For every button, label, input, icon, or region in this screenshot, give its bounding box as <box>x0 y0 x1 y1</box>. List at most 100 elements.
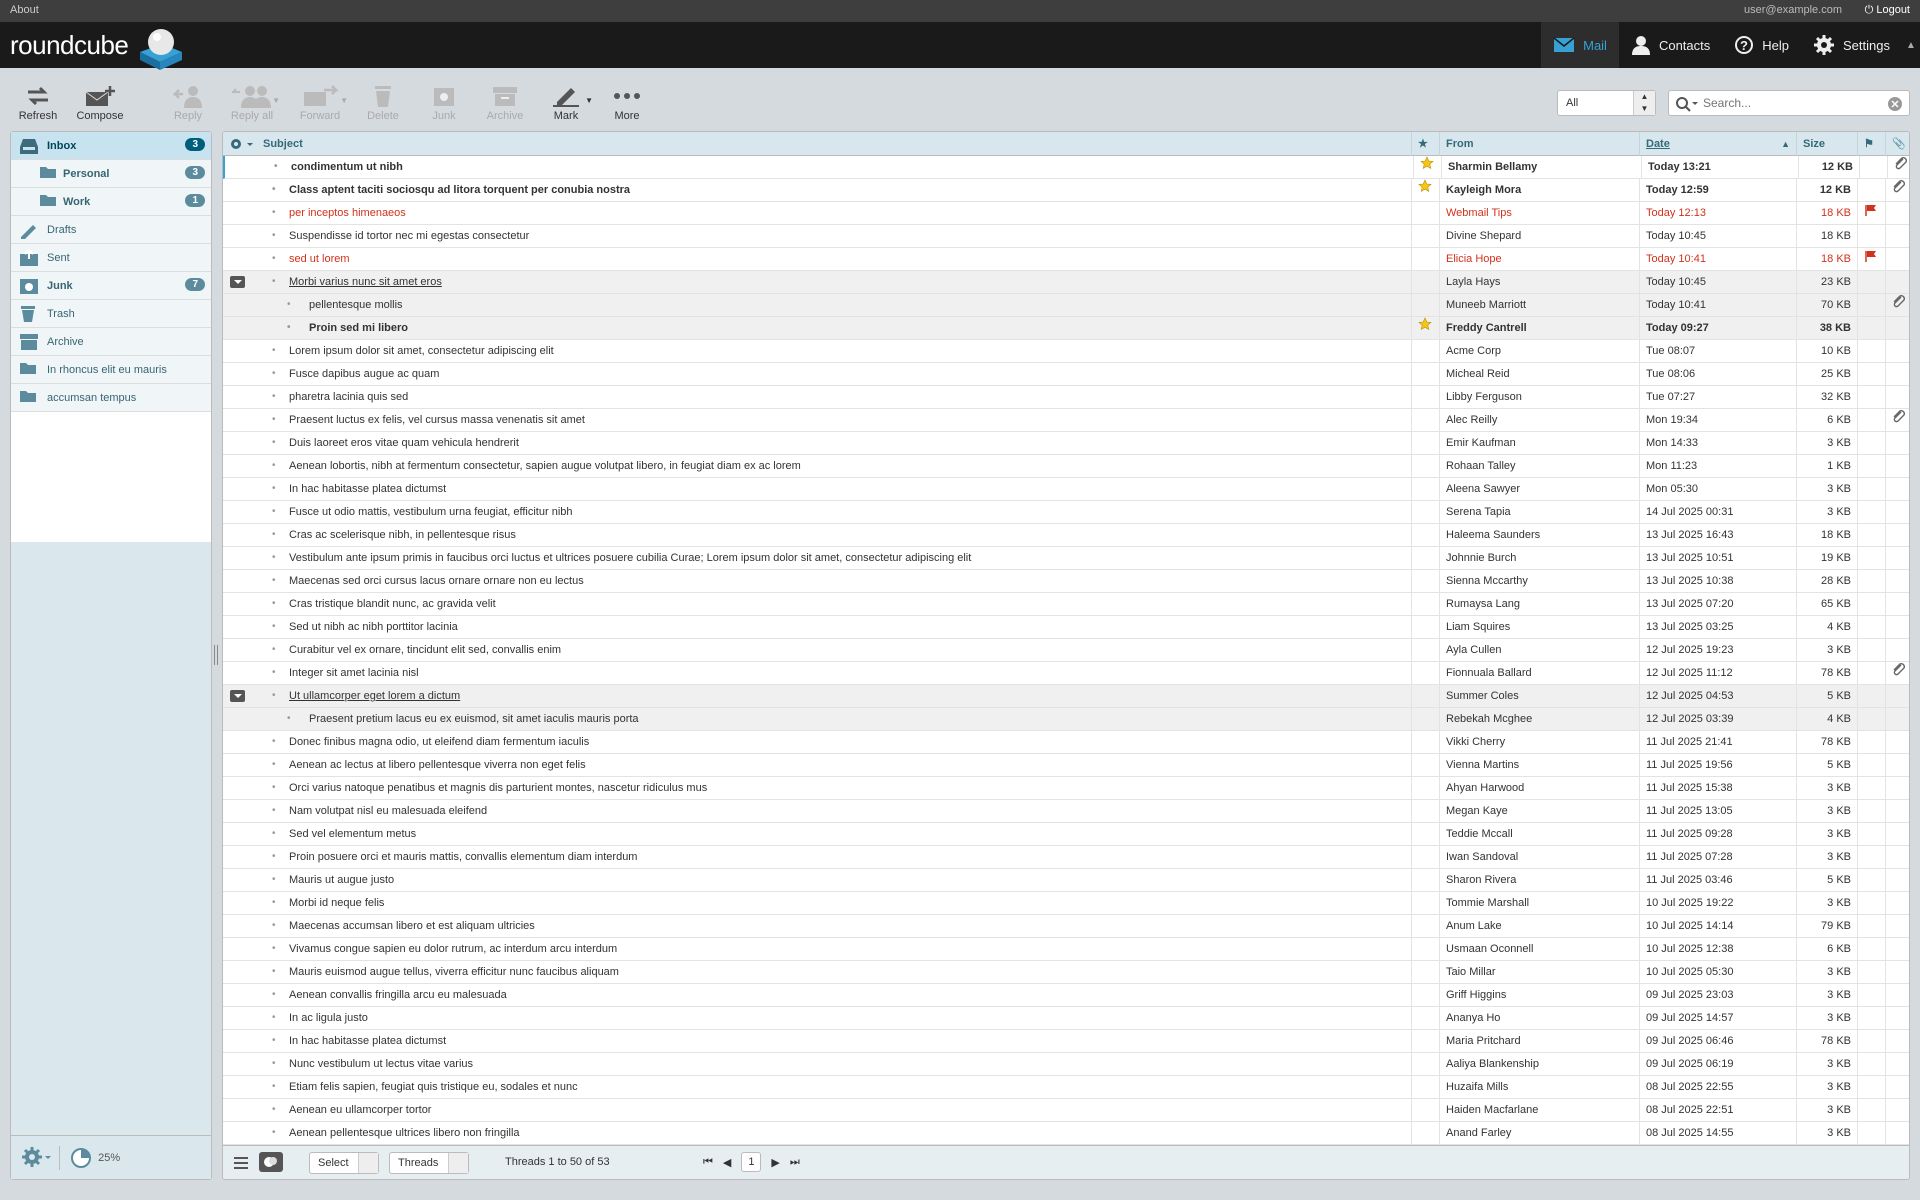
star-cell[interactable] <box>1411 685 1439 707</box>
star-cell[interactable] <box>1411 363 1439 385</box>
star-cell[interactable] <box>1411 731 1439 753</box>
message-row[interactable]: • Praesent pretium lacus eu ex euismod, s… <box>223 708 1909 731</box>
star-cell[interactable] <box>1411 1122 1439 1144</box>
message-row[interactable]: • Class aptent taciti sociosqu ad litora … <box>223 179 1909 202</box>
star-cell[interactable] <box>1413 156 1441 178</box>
threads-view-icon[interactable] <box>259 1152 283 1172</box>
column-flag-star-icon[interactable]: ★ <box>1411 132 1439 156</box>
star-cell[interactable] <box>1411 432 1439 454</box>
page-number-input[interactable]: 1 <box>741 1152 762 1172</box>
flag-cell[interactable] <box>1857 294 1885 316</box>
flag-cell[interactable] <box>1857 271 1885 293</box>
star-cell[interactable] <box>1411 501 1439 523</box>
flag-cell[interactable] <box>1857 639 1885 661</box>
threads-dropdown[interactable]: Threads <box>389 1152 469 1174</box>
message-row[interactable]: • Mauris euismod augue tellus, viverra ef… <box>223 961 1909 984</box>
delete-button[interactable]: Delete <box>354 82 412 122</box>
message-row[interactable]: • Orci varius natoque penatibus et magnis… <box>223 777 1909 800</box>
flag-cell[interactable] <box>1857 409 1885 431</box>
message-row[interactable]: • Curabitur vel ex ornare, tincidunt elit… <box>223 639 1909 662</box>
star-cell[interactable] <box>1411 616 1439 638</box>
message-row[interactable]: • Etiam felis sapien, feugiat quis tristi… <box>223 1076 1909 1099</box>
star-cell[interactable] <box>1411 317 1439 339</box>
message-row[interactable]: • Nunc vestibulum ut lectus vitae varius A… <box>223 1053 1909 1076</box>
star-cell[interactable] <box>1411 271 1439 293</box>
star-cell[interactable] <box>1411 570 1439 592</box>
flag-cell[interactable] <box>1857 432 1885 454</box>
more-button[interactable]: More <box>598 82 656 122</box>
flag-cell[interactable] <box>1857 1122 1885 1144</box>
flag-cell[interactable] <box>1857 708 1885 730</box>
flag-cell[interactable] <box>1857 662 1885 684</box>
flag-cell[interactable] <box>1857 340 1885 362</box>
message-row[interactable]: • Suspendisse id tortor nec mi egestas co… <box>223 225 1909 248</box>
flag-cell[interactable] <box>1857 547 1885 569</box>
message-row[interactable]: • Aenean pellentesque ultrices libero non… <box>223 1122 1909 1145</box>
last-page-icon[interactable]: ⏭ <box>790 1156 800 1169</box>
junk-button[interactable]: Junk <box>415 82 473 122</box>
message-row[interactable]: • Ut ullamcorper eget lorem a dictum Summe… <box>223 685 1909 708</box>
star-cell[interactable] <box>1411 915 1439 937</box>
forward-button[interactable]: Forward ▼ <box>290 82 350 122</box>
flag-cell[interactable] <box>1857 202 1885 224</box>
star-cell[interactable] <box>1411 386 1439 408</box>
folder-in-rhoncus-elit-eu-mauris[interactable]: In rhoncus elit eu mauris <box>11 356 211 384</box>
first-page-icon[interactable]: ⏮ <box>703 1156 713 1169</box>
folder-personal[interactable]: Personal 3 <box>11 160 211 188</box>
message-row[interactable]: • Cras ac scelerisque nibh, in pellentesq… <box>223 524 1909 547</box>
message-row[interactable]: • In hac habitasse platea dictumst Aleena … <box>223 478 1909 501</box>
folder-accumsan-tempus[interactable]: accumsan tempus <box>11 384 211 412</box>
column-date[interactable]: Date ▲ <box>1639 132 1796 156</box>
compose-button[interactable]: Compose <box>71 82 129 122</box>
clear-search-icon[interactable] <box>1887 96 1903 112</box>
chevron-down-icon[interactable]: ▼ <box>272 96 280 105</box>
thread-expand-icon[interactable] <box>230 690 245 702</box>
filter-select[interactable]: All ▲ ▼ <box>1557 90 1656 116</box>
folder-inbox[interactable]: Inbox 3 <box>11 132 211 160</box>
flag-cell[interactable] <box>1857 754 1885 776</box>
message-row[interactable]: • Sed ut nibh ac nibh porttitor lacinia Li… <box>223 616 1909 639</box>
flag-cell[interactable] <box>1857 892 1885 914</box>
star-cell[interactable] <box>1411 1030 1439 1052</box>
flag-cell[interactable] <box>1857 915 1885 937</box>
message-row[interactable]: • pharetra lacinia quis sed Libby Ferguson… <box>223 386 1909 409</box>
star-cell[interactable] <box>1411 800 1439 822</box>
reply-all-button[interactable]: Reply all ▼ <box>222 82 282 122</box>
mark-button[interactable]: Mark ▼ <box>537 82 595 122</box>
folder-archive[interactable]: Archive <box>11 328 211 356</box>
task-mail[interactable]: Mail <box>1541 22 1619 68</box>
message-row[interactable]: • In ac ligula justo Ananya Ho 09 Jul 2025 … <box>223 1007 1909 1030</box>
column-flag-icon[interactable]: ⚑ <box>1857 132 1885 156</box>
prev-page-icon[interactable]: ◀ <box>723 1156 731 1169</box>
task-settings[interactable]: Settings <box>1801 22 1902 68</box>
message-row[interactable]: • Vestibulum ante ipsum primis in faucibu… <box>223 547 1909 570</box>
star-cell[interactable] <box>1411 662 1439 684</box>
next-page-icon[interactable]: ▶ <box>771 1156 779 1169</box>
flag-cell[interactable] <box>1857 179 1885 201</box>
star-cell[interactable] <box>1411 1099 1439 1121</box>
message-row[interactable]: • Lorem ipsum dolor sit amet, consectetur… <box>223 340 1909 363</box>
star-cell[interactable] <box>1411 892 1439 914</box>
column-from[interactable]: From <box>1439 132 1639 156</box>
message-row[interactable]: • In hac habitasse platea dictumst Maria P… <box>223 1030 1909 1053</box>
folder-actions-gear-icon[interactable] <box>21 1146 51 1171</box>
star-cell[interactable] <box>1411 1007 1439 1029</box>
folder-drafts[interactable]: Drafts <box>11 216 211 244</box>
message-row[interactable]: • sed ut lorem Elicia Hope Today 10:41 18 KB <box>223 248 1909 271</box>
flag-cell[interactable] <box>1857 593 1885 615</box>
flag-cell[interactable] <box>1857 501 1885 523</box>
message-row[interactable]: • Maecenas sed orci cursus lacus ornare o… <box>223 570 1909 593</box>
star-cell[interactable] <box>1411 869 1439 891</box>
flag-cell[interactable] <box>1857 823 1885 845</box>
flag-cell[interactable] <box>1857 363 1885 385</box>
star-cell[interactable] <box>1411 708 1439 730</box>
chevron-down-icon[interactable]: ▼ <box>585 96 593 105</box>
folder-trash[interactable]: Trash <box>11 300 211 328</box>
flag-cell[interactable] <box>1857 1007 1885 1029</box>
flag-cell[interactable] <box>1857 1030 1885 1052</box>
message-row[interactable]: • Praesent luctus ex felis, vel cursus ma… <box>223 409 1909 432</box>
star-cell[interactable] <box>1411 179 1439 201</box>
star-cell[interactable] <box>1411 1053 1439 1075</box>
message-row[interactable]: • Aenean lobortis, nibh at fermentum cons… <box>223 455 1909 478</box>
flag-cell[interactable] <box>1857 248 1885 270</box>
